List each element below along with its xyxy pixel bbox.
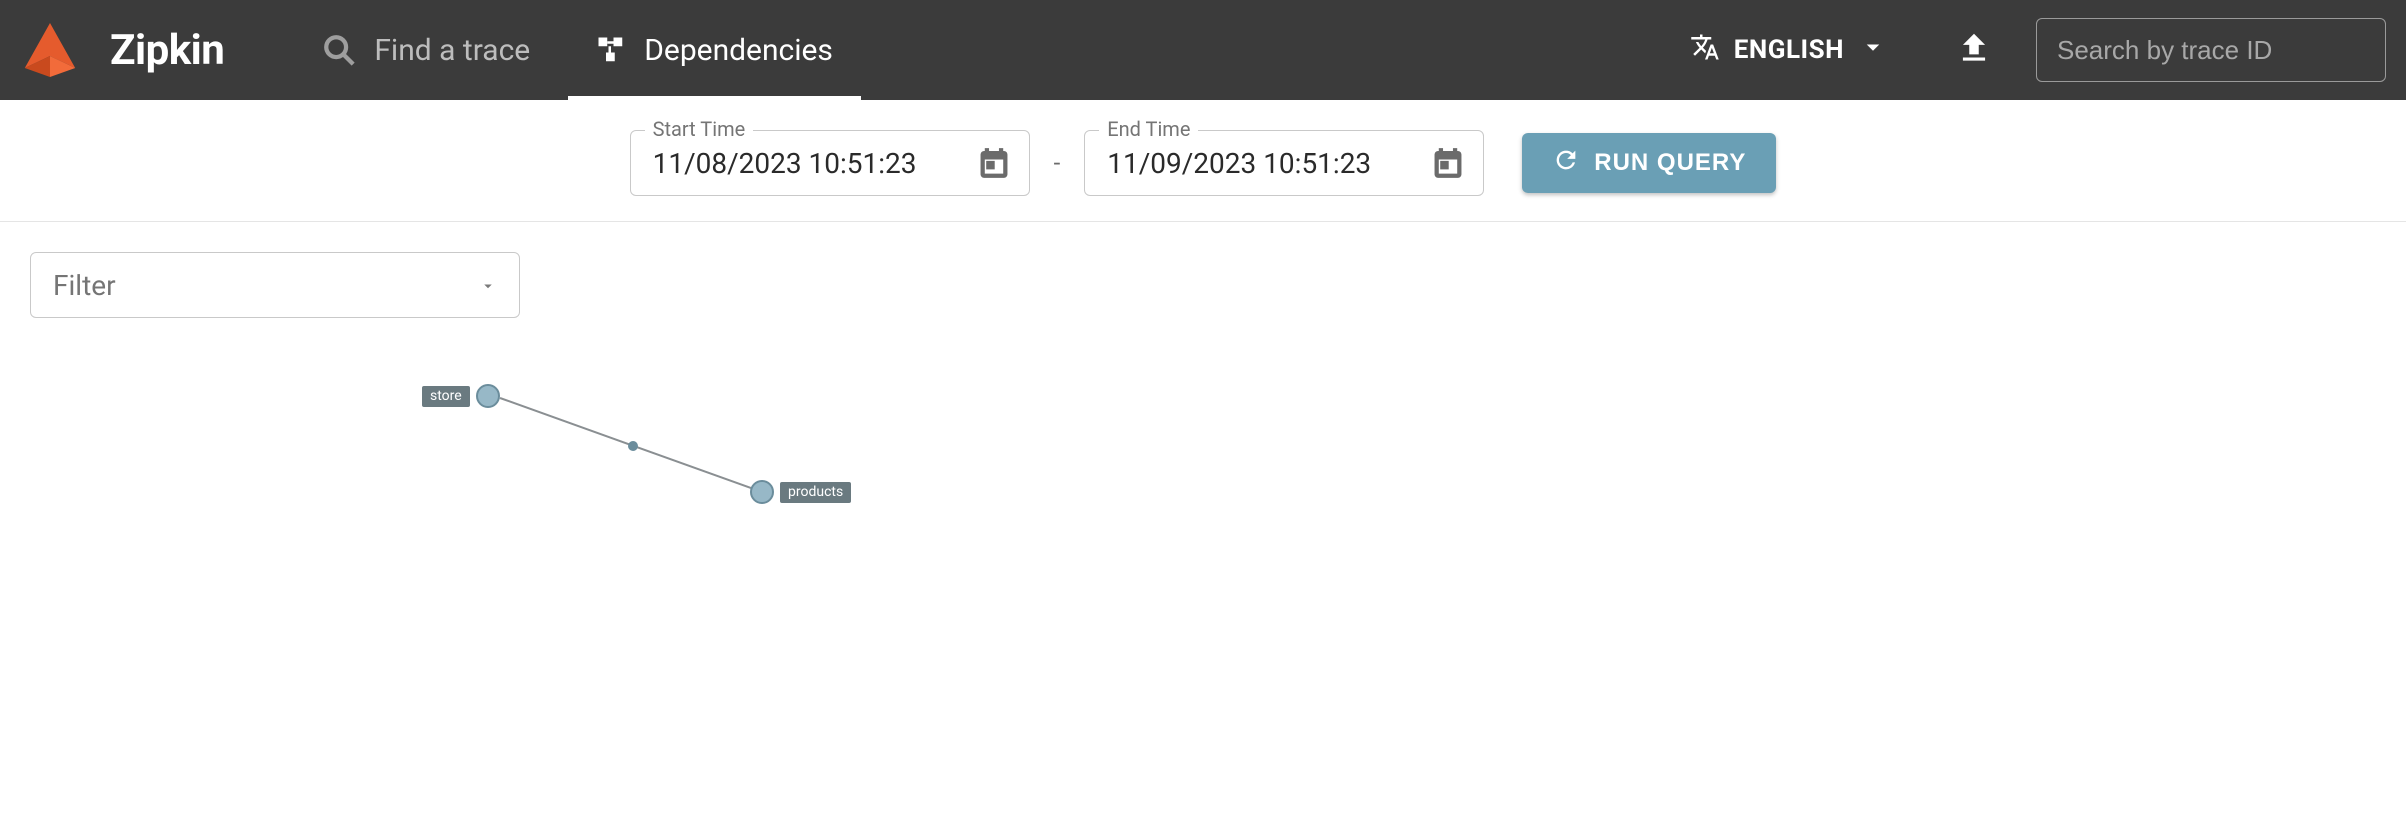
- zipkin-logo-icon: [20, 20, 80, 80]
- start-time-input[interactable]: [653, 147, 953, 180]
- graph-node-products[interactable]: products: [750, 480, 851, 504]
- time-range-row: Start Time - End Time RUN QUERY: [0, 100, 2406, 222]
- run-query-label: RUN QUERY: [1594, 149, 1746, 177]
- chevron-down-icon: [1858, 32, 1888, 69]
- dropdown-caret-icon: [479, 269, 497, 302]
- filter-row: Filter: [0, 222, 2406, 328]
- graph-node-label: products: [780, 482, 851, 503]
- graph-node-dot-icon: [476, 384, 500, 408]
- graph-node-dot-icon: [750, 480, 774, 504]
- search-trace-input[interactable]: [2036, 18, 2386, 82]
- app-title: Zipkin: [110, 26, 224, 75]
- run-query-button[interactable]: RUN QUERY: [1522, 133, 1776, 193]
- end-time-field[interactable]: End Time: [1084, 130, 1484, 196]
- start-time-field[interactable]: Start Time: [630, 130, 1030, 196]
- graph-node-label: store: [422, 386, 470, 407]
- dependencies-icon: [596, 35, 626, 65]
- language-label: ENGLISH: [1734, 35, 1844, 65]
- language-selector[interactable]: ENGLISH: [1666, 32, 1912, 69]
- nav-find-trace-label: Find a trace: [374, 33, 530, 68]
- end-time-label: End Time: [1099, 117, 1198, 141]
- graph-edge-midpoint-icon: [628, 441, 638, 451]
- refresh-icon: [1552, 146, 1580, 181]
- nav-find-trace[interactable]: Find a trace: [294, 0, 558, 100]
- upload-icon: [1955, 29, 1993, 71]
- graph-node-store[interactable]: store: [422, 384, 500, 408]
- nav-dependencies[interactable]: Dependencies: [568, 0, 861, 100]
- dependency-graph[interactable]: store products: [0, 328, 2406, 648]
- app-header: Zipkin Find a trace Dependencies: [0, 0, 2406, 100]
- nav-dependencies-label: Dependencies: [644, 33, 833, 68]
- filter-select[interactable]: Filter: [30, 252, 520, 318]
- upload-button[interactable]: [1946, 22, 2002, 78]
- translate-icon: [1690, 32, 1720, 69]
- filter-placeholder: Filter: [53, 269, 116, 302]
- calendar-icon[interactable]: [1431, 146, 1465, 180]
- time-range-separator: -: [1048, 149, 1067, 177]
- calendar-icon[interactable]: [977, 146, 1011, 180]
- start-time-label: Start Time: [645, 117, 754, 141]
- search-icon: [322, 33, 356, 67]
- end-time-input[interactable]: [1107, 147, 1407, 180]
